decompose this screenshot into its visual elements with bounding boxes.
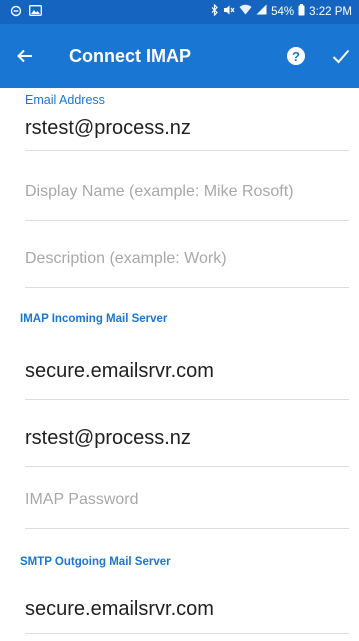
bluetooth-icon [211, 3, 219, 21]
imap-password-divider [25, 528, 349, 529]
imap-server-input[interactable] [25, 355, 349, 387]
sync-notification-icon [10, 5, 22, 20]
help-button[interactable]: ? [284, 44, 308, 68]
battery-icon [298, 3, 305, 21]
checkmark-icon [332, 49, 350, 63]
status-bar: 54% 3:22 PM [0, 0, 359, 24]
email-input[interactable] [25, 112, 349, 144]
image-notification-icon [29, 5, 42, 19]
help-icon: ? [287, 47, 305, 65]
status-bar-system: 54% 3:22 PM [211, 3, 352, 21]
smtp-section-heading: SMTP Outgoing Mail Server [20, 556, 171, 568]
battery-percent: 54% [271, 6, 295, 18]
app-bar: Connect IMAP ? [0, 24, 359, 88]
back-button[interactable] [10, 40, 40, 72]
clock: 3:22 PM [309, 6, 352, 18]
imap-server-divider [25, 399, 349, 400]
imap-password-field [25, 484, 349, 529]
done-button[interactable] [329, 42, 353, 70]
smtp-server-input[interactable] [25, 593, 349, 625]
description-divider [25, 287, 349, 288]
description-field [25, 243, 349, 288]
status-bar-notifications [10, 4, 42, 20]
imap-form: Email Address IMAP Incoming Mail Server … [0, 88, 359, 641]
description-input[interactable] [25, 243, 349, 275]
smtp-server-divider [25, 633, 349, 634]
email-divider [25, 150, 349, 151]
display-name-field [25, 176, 349, 221]
page-title: Connect IMAP [69, 46, 192, 66]
email-label: Email Address [25, 93, 105, 107]
mute-icon [223, 4, 235, 21]
imap-username-field [25, 422, 349, 467]
imap-section-heading: IMAP Incoming Mail Server [20, 313, 168, 325]
imap-server-field [25, 355, 349, 400]
display-name-divider [25, 220, 349, 221]
email-field: Email Address [25, 93, 349, 151]
display-name-input[interactable] [25, 176, 349, 208]
wifi-icon [239, 4, 252, 20]
imap-username-input[interactable] [25, 422, 349, 454]
imap-username-divider [25, 466, 349, 467]
back-arrow-icon [17, 49, 32, 63]
imap-password-input[interactable] [25, 484, 349, 516]
smtp-server-field [25, 593, 349, 634]
signal-icon [256, 4, 267, 20]
